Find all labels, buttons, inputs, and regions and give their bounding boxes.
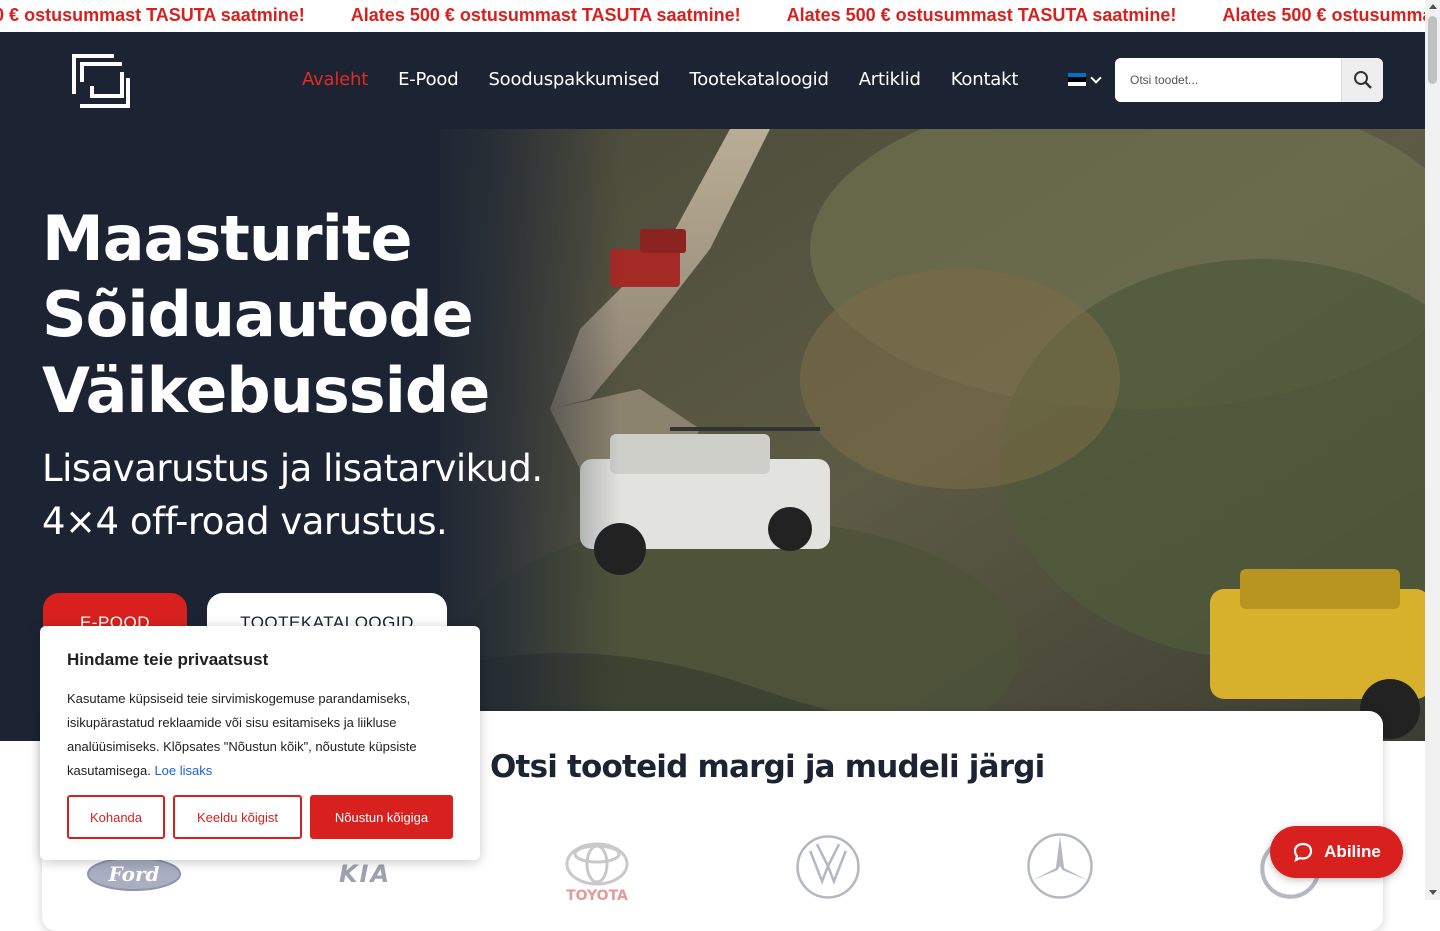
nav-item-sooduspakkumised[interactable]: Sooduspakkumised (488, 69, 659, 90)
site-header: Avaleht E-Pood Sooduspakkumised Tootekat… (0, 32, 1425, 129)
nav-item-e-pood[interactable]: E-Pood (398, 69, 459, 90)
cookie-consent-dialog: Hindame teie privaatsust Kasutame küpsis… (40, 626, 480, 860)
hero-subtitle-line: Lisavarustus ja lisatarvikud. (42, 447, 543, 490)
cookie-title: Hindame teie privaatsust (67, 650, 269, 669)
language-switcher[interactable] (1068, 71, 1102, 86)
mercedes-logo[interactable] (1019, 832, 1101, 900)
chevron-down-icon (1090, 71, 1102, 84)
cookie-read-more-link[interactable]: Loe lisaks (154, 763, 212, 778)
cookie-description: Kasutame küpsiseid teie sirvimiskogemuse… (67, 691, 417, 778)
hero-title-line: Väikebusside (42, 354, 490, 427)
site-logo[interactable] (70, 50, 132, 112)
promo-text: Alates 500 € ostusummast TASUTA saatmine… (786, 5, 1177, 25)
toyota-logo-text: TOYOTA (566, 888, 628, 900)
toyota-logo[interactable]: TOYOTA (558, 840, 636, 900)
cookie-buttons: Kohanda Keeldu kõigist Nõustun kõigiga (67, 795, 453, 839)
brand-section-title: Otsi tooteid margi ja mudeli järgi (490, 749, 1045, 785)
promo-text: Alates 500 € ostusummast TASUTA saatmine… (0, 5, 305, 25)
promo-text: Alates 500 € ostusummast TASUTA saatmine… (1222, 5, 1425, 25)
search-bar (1115, 58, 1383, 102)
cookie-text: Kasutame küpsiseid teie sirvimiskogemuse… (67, 687, 453, 783)
helper-chat-button[interactable]: Abiline (1270, 826, 1403, 878)
cookie-reject-button[interactable]: Keeldu kõigist (173, 795, 302, 839)
hero-title-line: Sõiduautode (42, 278, 474, 351)
nav-item-kontakt[interactable]: Kontakt (951, 69, 1019, 90)
scroll-down-arrow-icon[interactable] (1429, 890, 1437, 895)
promo-text: Alates 500 € ostusummast TASUTA saatmine… (350, 5, 741, 25)
nav-item-artiklid[interactable]: Artiklid (859, 69, 921, 90)
ford-logo-text: Ford (108, 862, 160, 886)
volkswagen-logo[interactable] (789, 834, 867, 900)
search-input[interactable] (1115, 58, 1341, 102)
hero-subtitle-line: 4×4 off-road varustus. (42, 500, 448, 543)
cookie-accept-button[interactable]: Nõustun kõigiga (310, 795, 453, 839)
cookie-customize-button[interactable]: Kohanda (67, 795, 165, 839)
hero-subtitle: Lisavarustus ja lisatarvikud. 4×4 off-ro… (42, 442, 543, 548)
page-scrollbar[interactable] (1425, 0, 1440, 900)
scroll-up-arrow-icon[interactable] (1429, 4, 1437, 9)
search-button[interactable] (1341, 58, 1383, 102)
ford-logo[interactable]: Ford (86, 856, 182, 892)
estonian-flag-icon (1068, 73, 1086, 86)
helper-label: Abiline (1324, 842, 1381, 861)
main-nav: Avaleht E-Pood Sooduspakkumised Tootekat… (302, 69, 1018, 90)
kia-logo[interactable]: KIA (327, 860, 403, 886)
scroll-thumb[interactable] (1428, 16, 1437, 84)
hero-title: Maasturite Sõiduautode Väikebusside (42, 201, 490, 429)
nav-item-avaleht[interactable]: Avaleht (302, 69, 368, 90)
hero-title-line: Maasturite (42, 202, 413, 275)
nav-item-tootekataloogid[interactable]: Tootekataloogid (689, 69, 828, 90)
search-icon (1353, 71, 1372, 89)
kia-logo-text: KIA (339, 860, 391, 886)
promo-marquee: Alates 500 € ostusummast TASUTA saatmine… (0, 0, 1425, 32)
chat-bubble-icon (1294, 842, 1313, 863)
